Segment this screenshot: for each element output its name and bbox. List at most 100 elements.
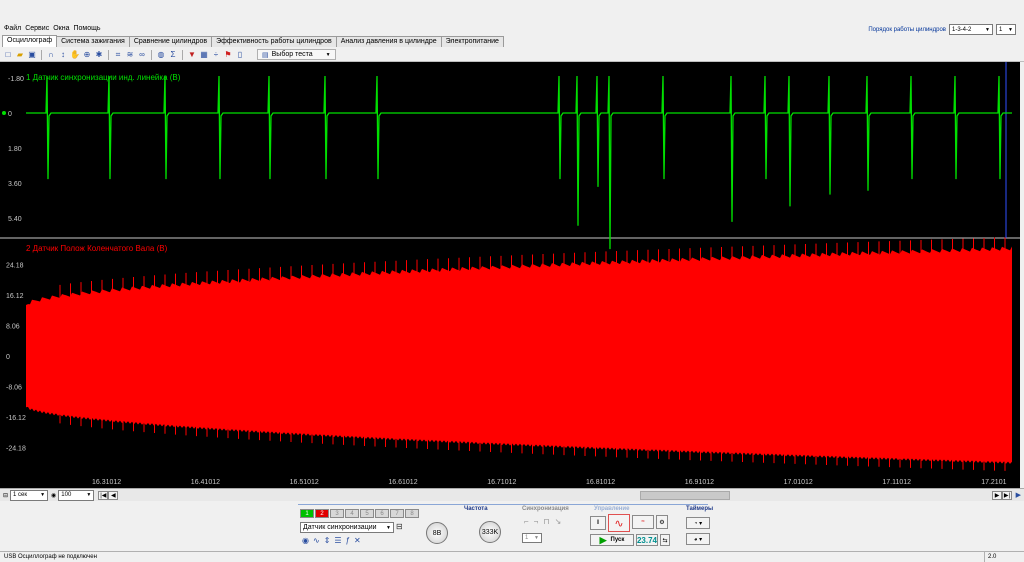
export-button[interactable]: ⇆ bbox=[660, 534, 670, 546]
divide-icon[interactable]: ÷ bbox=[211, 50, 221, 60]
cylinder-order-value: 1-3-4-2 bbox=[952, 26, 972, 33]
auto-button[interactable]: ⚙ bbox=[656, 515, 668, 529]
arrows-icon[interactable]: ⇕ bbox=[324, 536, 331, 545]
control-title: Управление bbox=[594, 506, 630, 512]
sync-channel-select[interactable]: 1 ▼ bbox=[522, 533, 542, 543]
scroll-start-button[interactable]: |◀ bbox=[98, 490, 109, 500]
sine-button[interactable]: ∿ bbox=[608, 514, 630, 532]
menu-service[interactable]: Сервис bbox=[25, 24, 49, 34]
menu-windows[interactable]: Окна bbox=[53, 24, 69, 34]
start-label: Пуск bbox=[610, 537, 625, 543]
time-div-select[interactable]: 1 сек ▼ bbox=[10, 489, 49, 501]
chevron-down-icon: ▼ bbox=[1008, 26, 1013, 33]
pause-button[interactable]: ‖ bbox=[590, 516, 606, 530]
lines-icon[interactable]: ☰ bbox=[334, 536, 341, 545]
new-file-icon[interactable]: □ bbox=[3, 50, 13, 60]
panel-divider bbox=[298, 504, 708, 505]
oscilloscope-display[interactable]: -1.80 0 1.80 3.60 5.40 1 Датчик синхронизации… bbox=[0, 62, 1020, 488]
tab-oscilloscope[interactable]: Осциллограф bbox=[2, 35, 58, 47]
menu-help[interactable]: Помощь bbox=[73, 24, 100, 34]
ch1-tick-label: 3.60 bbox=[8, 181, 22, 188]
ch2-envelope bbox=[26, 246, 1012, 464]
channel-button-5[interactable]: 5 bbox=[360, 509, 374, 518]
signal-icon[interactable]: ∿ bbox=[313, 536, 320, 545]
fit-icon[interactable]: ✱ bbox=[94, 50, 104, 60]
overlay-icon[interactable]: ≋ bbox=[125, 50, 135, 60]
tab-strip: Осциллограф Система зажигания Сравнение … bbox=[2, 35, 504, 47]
ch2-tick-label: 8.06 bbox=[6, 324, 20, 331]
tab-power[interactable]: Электропитание bbox=[440, 36, 504, 47]
ch1-zero-marker bbox=[2, 111, 6, 115]
function-icon[interactable]: ƒ bbox=[346, 536, 350, 545]
zoom-icon[interactable]: ⊕ bbox=[82, 50, 92, 60]
tab-pressure-analysis[interactable]: Анализ давления в цилиндре bbox=[335, 36, 442, 47]
scroll-left-button[interactable]: ◀ bbox=[108, 490, 119, 500]
probe-icon[interactable]: ⊟ bbox=[396, 522, 403, 531]
channel-button-4[interactable]: 4 bbox=[345, 509, 359, 518]
timer-button-1[interactable]: ◔ ▾ bbox=[686, 517, 710, 529]
channel-button-2[interactable]: 2 bbox=[315, 509, 329, 518]
toolbar-separator bbox=[41, 49, 42, 60]
scroll-right-button[interactable]: ▶ bbox=[992, 490, 1002, 500]
sum-icon[interactable]: Σ bbox=[168, 50, 178, 60]
scroll-end-button[interactable]: ▶| bbox=[1002, 490, 1012, 500]
tab-ignition[interactable]: Система зажигания bbox=[56, 36, 130, 47]
channel-button-7[interactable]: 7 bbox=[390, 509, 404, 518]
chevron-down-icon: ▼ bbox=[985, 26, 990, 33]
time-axis-label: 16.51012 bbox=[290, 479, 319, 486]
compare-icon[interactable]: ∞ bbox=[137, 50, 147, 60]
play-icon[interactable]: ▶ bbox=[1016, 491, 1021, 499]
filter-icon[interactable]: ▼ bbox=[187, 50, 197, 60]
save-icon[interactable]: ▣ bbox=[27, 50, 37, 60]
measure-icon[interactable]: ◍ bbox=[156, 50, 166, 60]
zoom-select[interactable]: 100 ▼ bbox=[58, 489, 95, 501]
auto-icon[interactable]: ↘ bbox=[555, 517, 562, 526]
time-axis-label: 16.81012 bbox=[586, 479, 615, 486]
grid-icon[interactable]: ⌗ bbox=[113, 50, 123, 60]
cursor-icon[interactable]: ↕ bbox=[58, 50, 68, 60]
open-folder-icon[interactable]: ▰ bbox=[15, 50, 25, 60]
tab-cylinder-compare[interactable]: Сравнение цилиндров bbox=[128, 36, 213, 47]
fall-edge-icon[interactable]: ¬ bbox=[534, 517, 539, 526]
flag-icon[interactable]: ⚑ bbox=[223, 50, 233, 60]
test-select-button[interactable]: ▤ Выбор теста ▼ bbox=[257, 49, 336, 60]
tools-icon[interactable]: ✕ bbox=[354, 536, 361, 545]
start-button[interactable]: ▶ Пуск bbox=[590, 534, 634, 546]
chevron-down-icon: ▼ bbox=[534, 535, 539, 541]
cylinder-count-select[interactable]: 1 ▼ bbox=[996, 24, 1016, 35]
zoom-icon: ◉ bbox=[51, 492, 57, 499]
play-icon: ▶ bbox=[599, 534, 607, 545]
version-text: 2.0 bbox=[984, 552, 1008, 562]
menu-file[interactable]: Файл bbox=[4, 24, 21, 34]
sensor-select[interactable]: Датчик синхронизации ▼ bbox=[300, 522, 394, 533]
channel-button-1[interactable]: 1 bbox=[300, 509, 314, 518]
timers-title: Таймеры bbox=[686, 506, 714, 512]
page-icon[interactable]: ▯ bbox=[235, 50, 245, 60]
table-icon[interactable]: ▦ bbox=[199, 50, 209, 60]
channel-button-8[interactable]: 8 bbox=[405, 509, 419, 518]
sensor-select-value: Датчик синхронизации bbox=[303, 524, 377, 531]
timer-button-2[interactable]: ◕ ▾ bbox=[686, 533, 710, 545]
toolbar-separator bbox=[182, 49, 183, 60]
ch2-tick-label: 0 bbox=[6, 354, 10, 361]
ch2-tick-label: -8.06 bbox=[6, 384, 22, 391]
cylinder-order-select[interactable]: 1-3-4-2 ▼ bbox=[949, 24, 993, 35]
ch2-tick-label: 16.12 bbox=[6, 293, 24, 300]
scroll-thumb[interactable] bbox=[640, 491, 730, 500]
frequency-knob[interactable]: 333K bbox=[470, 516, 510, 546]
frequency-value: 333K bbox=[481, 528, 499, 536]
zoom-value: 100 bbox=[61, 492, 72, 498]
chevron-down-icon: ▼ bbox=[40, 492, 46, 498]
voltage-knob[interactable]: 8В bbox=[418, 516, 454, 546]
curve-icon[interactable]: ∩ bbox=[46, 50, 56, 60]
sync-icons: ⌐ ¬ ⊓ ↘ bbox=[524, 517, 561, 526]
eye-icon[interactable]: ◉ bbox=[302, 536, 309, 545]
channel-button-3[interactable]: 3 bbox=[330, 509, 344, 518]
rise-edge-icon[interactable]: ⌐ bbox=[524, 517, 529, 526]
pulse-icon[interactable]: ⊓ bbox=[543, 517, 549, 526]
tab-cylinder-efficiency[interactable]: Эффективность работы цилиндров bbox=[211, 36, 337, 47]
multi-wave-button[interactable]: ≈ bbox=[632, 515, 654, 529]
channel-button-6[interactable]: 6 bbox=[375, 509, 389, 518]
status-bar: USB Осциллограф не подключен 2.0 bbox=[0, 551, 1024, 562]
hand-icon[interactable]: ✋ bbox=[70, 50, 80, 60]
